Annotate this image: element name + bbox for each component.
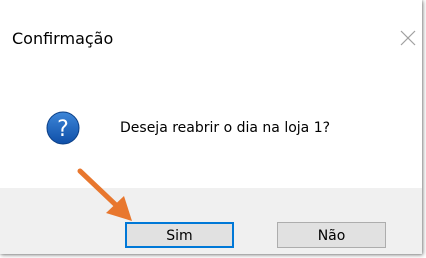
confirmation-dialog: Confirmação ? Deseja reabrir o dia na lo bbox=[0, 0, 422, 254]
title-bar: Confirmação bbox=[0, 0, 422, 80]
svg-text:?: ? bbox=[57, 117, 69, 142]
close-button[interactable] bbox=[398, 28, 418, 48]
question-icon: ? bbox=[46, 111, 80, 145]
no-button[interactable]: Não bbox=[277, 222, 386, 248]
dialog-title: Confirmação bbox=[12, 29, 114, 48]
dialog-message: Deseja reabrir o dia na loja 1? bbox=[120, 120, 331, 136]
dialog-footer: Sim Não bbox=[0, 188, 422, 254]
yes-button[interactable]: Sim bbox=[125, 222, 234, 248]
close-icon bbox=[400, 30, 416, 46]
dialog-content: ? Deseja reabrir o dia na loja 1? bbox=[0, 80, 422, 188]
